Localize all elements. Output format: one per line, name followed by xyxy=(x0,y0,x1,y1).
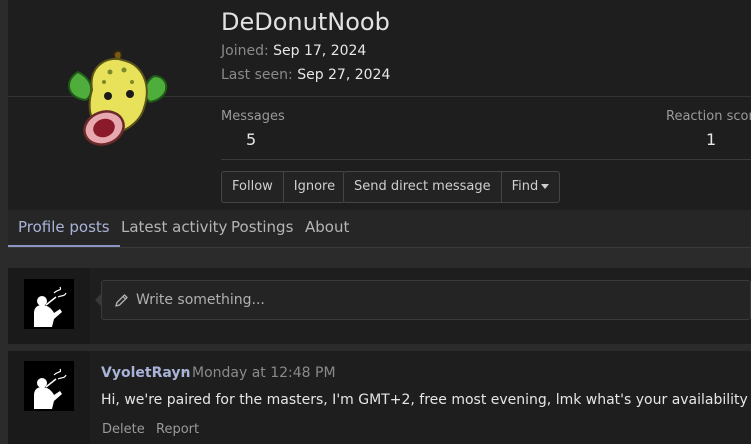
profile-avatar[interactable] xyxy=(64,50,172,154)
silhouette-avatar-icon xyxy=(24,361,74,411)
stats-divider xyxy=(221,159,751,160)
follow-button[interactable]: Follow xyxy=(222,172,283,202)
write-placeholder: Write something... xyxy=(136,292,265,308)
messages-stat-value[interactable]: 5 xyxy=(246,130,256,149)
profile-post: VyoletRayn · Monday at 12:48 PM Hi, we'r… xyxy=(8,351,751,444)
report-post-link[interactable]: Report xyxy=(156,422,199,437)
profile-tabs: Profile posts Latest activity Postings A… xyxy=(8,210,751,248)
profile-post-composer: Write something... xyxy=(8,268,751,344)
messages-stat-label: Messages xyxy=(221,109,285,124)
tab-latest-activity[interactable]: Latest activity xyxy=(121,210,227,247)
caret-down-icon xyxy=(541,184,550,189)
last-seen-row: Last seen: Sep 27, 2024 xyxy=(221,67,390,83)
joined-row: Joined: Sep 17, 2024 xyxy=(221,43,366,59)
ignore-button[interactable]: Ignore xyxy=(282,172,345,202)
silhouette-avatar-icon xyxy=(24,279,74,329)
post-avatar-column xyxy=(8,351,90,444)
profile-username: DeDonutNoob xyxy=(221,8,390,36)
find-dropdown-button[interactable]: Find xyxy=(500,172,560,202)
composer-avatar-column xyxy=(8,268,90,344)
reaction-score-label: Reaction score xyxy=(666,109,751,124)
tab-about[interactable]: About xyxy=(305,210,349,247)
current-user-avatar[interactable] xyxy=(24,279,74,329)
post-author-avatar[interactable] xyxy=(24,361,74,411)
post-author-link[interactable]: VyoletRayn xyxy=(101,365,190,381)
message-find-group: Send direct message Find xyxy=(343,171,561,203)
joined-date: Sep 17, 2024 xyxy=(273,43,367,59)
profile-card: DeDonutNoob Joined: Sep 17, 2024 Last se… xyxy=(8,0,751,210)
last-seen-label: Last seen: xyxy=(221,67,293,83)
delete-post-link[interactable]: Delete xyxy=(102,422,145,437)
follow-ignore-group: Follow Ignore xyxy=(221,171,347,203)
pencil-icon xyxy=(115,294,128,307)
joined-label: Joined: xyxy=(221,43,269,59)
find-label: Find xyxy=(511,179,539,194)
tab-profile-posts[interactable]: Profile posts xyxy=(8,210,120,247)
tab-postings[interactable]: Postings xyxy=(231,210,293,247)
input-pointer xyxy=(95,293,102,307)
send-direct-message-button[interactable]: Send direct message xyxy=(344,172,501,202)
write-something-input[interactable]: Write something... xyxy=(95,280,751,320)
post-separator: · xyxy=(183,365,188,381)
last-seen-date: Sep 27, 2024 xyxy=(297,67,391,83)
weepinbell-avatar-icon xyxy=(68,50,168,146)
reaction-score-value[interactable]: 1 xyxy=(706,130,716,149)
post-timestamp[interactable]: Monday at 12:48 PM xyxy=(192,365,336,381)
post-body: Hi, we're paired for the masters, I'm GM… xyxy=(101,392,748,408)
